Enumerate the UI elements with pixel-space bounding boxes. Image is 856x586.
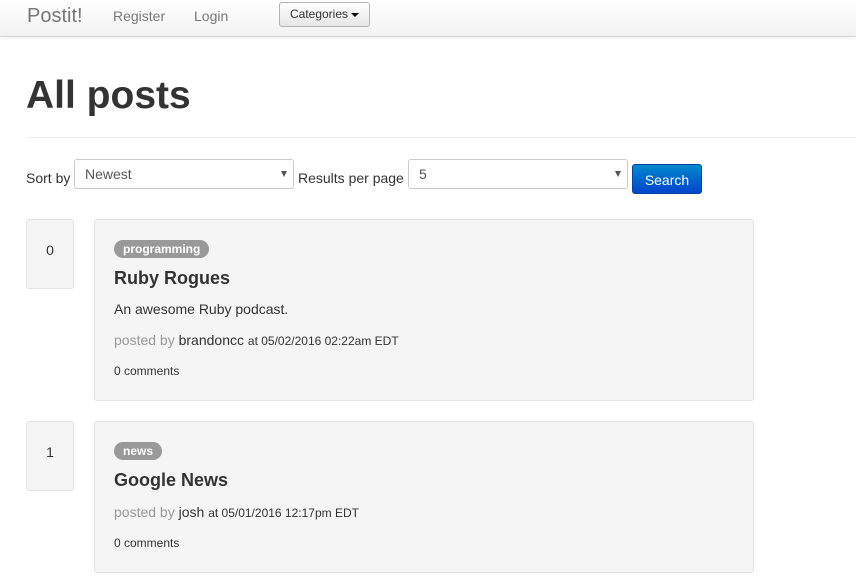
post-timestamp: at 05/01/2016 12:17pm EDT	[208, 506, 359, 520]
post-card: news Google News posted by josh at 05/01…	[94, 421, 754, 573]
category-badge[interactable]: programming	[114, 240, 210, 258]
vote-count: 0	[46, 242, 54, 258]
page-title: All posts	[26, 74, 191, 117]
results-per-page-value: 5	[419, 166, 427, 182]
caret-down-icon	[351, 12, 360, 17]
posted-by-label: posted by	[114, 504, 175, 520]
post-title-link[interactable]: Ruby Rogues	[114, 268, 230, 289]
category-badge[interactable]: news	[114, 442, 163, 460]
select-arrow-icon	[615, 171, 621, 177]
categories-label: Categories	[289, 7, 349, 21]
brand-link[interactable]: Postit!	[27, 5, 83, 28]
post-title-link[interactable]: Google News	[114, 470, 228, 491]
sort-by-label: Sort by	[26, 170, 71, 186]
post-description: An awesome Ruby podcast.	[114, 301, 289, 317]
sort-by-value: Newest	[85, 166, 132, 182]
vote-count-box: 1	[26, 421, 74, 491]
author-link[interactable]: brandoncc	[179, 332, 244, 348]
results-per-page-label: Results per page	[298, 170, 404, 186]
search-button[interactable]: Search	[632, 164, 702, 194]
select-arrow-icon	[281, 171, 287, 177]
categories-dropdown-button[interactable]: Categories	[279, 2, 370, 27]
sort-by-select[interactable]: Newest	[74, 159, 294, 189]
post-timestamp: at 05/02/2016 02:22am EDT	[247, 334, 399, 348]
vote-count-box: 0	[26, 219, 74, 289]
post-meta: posted by josh at 05/01/2016 12:17pm EDT	[114, 504, 359, 520]
author-link[interactable]: josh	[179, 504, 205, 520]
login-link[interactable]: Login	[194, 8, 228, 24]
comments-link[interactable]: 0 comments	[114, 364, 179, 378]
results-per-page-select[interactable]: 5	[408, 159, 628, 189]
post-card: programming Ruby Rogues An awesome Ruby …	[94, 219, 754, 401]
comments-link[interactable]: 0 comments	[114, 536, 179, 550]
register-link[interactable]: Register	[113, 8, 165, 24]
posted-by-label: posted by	[114, 332, 175, 348]
title-divider	[26, 137, 856, 138]
post-meta: posted by brandoncc at 05/02/2016 02:22a…	[114, 332, 399, 348]
vote-count: 1	[46, 444, 54, 460]
navbar: Postit! Register Login Categories	[0, 0, 856, 37]
